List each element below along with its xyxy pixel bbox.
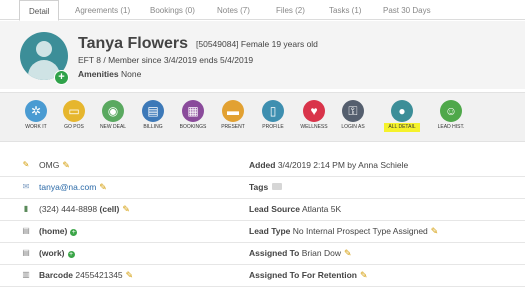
lead-source-value: Atlanta 5K [301,204,342,214]
profile-button[interactable]: ▯ PROFILE [251,96,295,138]
added-cell: Added 3/4/2019 2:14 PM by Anna Schiele [249,154,408,176]
add-work-phone-icon[interactable]: + [67,251,75,258]
tab-bookings[interactable]: Bookings (0) [150,0,195,20]
membership-info: EFT 8 / Member since 3/4/2019 ends 5/4/2… [78,55,254,65]
edit-email-icon[interactable]: ✎ [99,176,107,198]
phone-number: (324) 444-8898 [39,204,98,214]
note-cell: OMG ✎ [39,154,70,176]
tab-bar: Detail Agreements (1) Bookings (0) Notes… [0,0,525,21]
phone-type: (cell) [99,204,120,214]
avatar-head [36,41,52,57]
billing-button[interactable]: ▤ BILLING [131,96,175,138]
amenities-value: None [121,69,142,79]
tag-icon[interactable] [272,183,283,190]
work-phone-icon: ▤ [22,248,30,257]
tab-notes[interactable]: Notes (7) [217,0,250,20]
heart-icon: ♥ [303,100,325,122]
added-value: 3/4/2019 2:14 PM by Anna Schiele [277,160,409,170]
cart-icon: ▭ [63,100,85,122]
profile-icon: ▯ [262,100,284,122]
barcode-icon: ▥ [22,270,30,279]
work-phone-cell: (work) + [39,242,75,264]
tags-cell: Tags [249,176,283,198]
amenities-label: Amenities [78,69,119,79]
detail-row: ✎ OMG ✎ Added 3/4/2019 2:14 PM by Anna Sc… [0,154,525,177]
assigned-to-value: Brian Dow [301,248,341,258]
lead-source-cell: Lead Source Atlanta 5K [249,198,341,220]
assigned-to-cell: Assigned To Brian Dow ✎ [249,242,352,264]
tags-label: Tags [249,182,269,192]
bookings-button[interactable]: ▦ BOOKINGS [171,96,215,138]
phone-cell: (324) 444-8898 (cell) ✎ [39,198,130,220]
detail-row: ▮ (324) 444-8898 (cell) ✎ Lead Source Atl… [0,198,525,221]
mobile-phone-icon: ▮ [23,204,29,213]
billing-icon: ▤ [142,100,164,122]
login-as-label: LOGIN AS [341,124,365,130]
lead-source-label: Lead Source [249,204,301,214]
home-phone-label: (home) [39,226,68,236]
edit-phone-icon[interactable]: ✎ [122,198,130,220]
tab-agreements[interactable]: Agreements (1) [75,0,130,20]
detail-row: ▤ (home) + Lead Type No Internal Prospect… [0,220,525,243]
edit-assigned-retention-icon[interactable]: ✎ [360,264,368,286]
home-phone-icon: ▤ [22,226,30,235]
amenities-line: Amenities None [78,69,141,79]
login-as-icon: ⚿ [342,100,364,122]
tab-tasks[interactable]: Tasks (1) [329,0,361,20]
group-icon: ☺ [440,100,462,122]
tab-detail[interactable]: Detail [19,0,60,21]
email-icon: ✉ [22,182,30,191]
network-icon: ✲ [25,100,47,122]
go-pos-button[interactable]: ▭ GO POS [52,96,96,138]
email-link[interactable]: tanya@na.com [39,182,96,192]
tab-past-30-days[interactable]: Past 30 Days [383,0,431,20]
member-name: Tanya Flowers [78,35,188,52]
edit-lead-type-icon[interactable]: ✎ [431,220,439,242]
detail-row: ✉ tanya@na.com ✎ Tags [0,176,525,199]
presentation-icon: ▬ [222,100,244,122]
work-phone-label: (work) [39,248,65,258]
barcode-value: 2455421345 [75,270,123,280]
lead-history-label: LEAD HIST. [437,124,465,130]
email-cell: tanya@na.com ✎ [39,176,107,198]
calendar-icon: ▦ [182,100,204,122]
added-label: Added [249,160,276,170]
profile-header: + Tanya Flowers [50549084] Female 19 yea… [0,21,525,89]
add-photo-icon[interactable]: + [54,70,69,85]
barcode-label: Barcode [39,270,74,280]
new-deal-button[interactable]: ◉ NEW DEAL [91,96,135,138]
assigned-retention-label: Assigned To For Retention [249,270,357,280]
present-button[interactable]: ▬ PRESENT [211,96,255,138]
detail-row: ▥ Barcode 2455421345 ✎ Assigned To For Re… [0,264,525,287]
tab-files[interactable]: Files (2) [276,0,305,20]
detail-row: ▤ (work) + Assigned To Brian Dow ✎ [0,242,525,265]
add-home-phone-icon[interactable]: + [70,229,78,236]
edit-note-icon[interactable]: ✎ [62,154,70,176]
edit-barcode-icon[interactable]: ✎ [126,264,134,286]
person-icon: ● [391,100,413,122]
action-toolbar: ✲ WORK IT ▭ GO POS ◉ NEW DEAL ▤ BILLING … [0,92,525,142]
deal-icon: ◉ [102,100,124,122]
assigned-to-label: Assigned To [249,248,300,258]
assigned-retention-cell: Assigned To For Retention ✎ [249,264,368,286]
login-as-button[interactable]: ⚿ LOGIN AS [331,96,375,138]
wellness-button[interactable]: ♥ WELLNESS [292,96,336,138]
note-icon: ✎ [22,160,30,169]
note-text: OMG [39,160,60,170]
lead-history-button[interactable]: ☺ LEAD HIST. [429,96,473,138]
lead-type-value: No Internal Prospect Type Assigned [292,226,428,236]
lead-type-cell: Lead Type No Internal Prospect Type Assi… [249,220,438,242]
edit-assigned-to-icon[interactable]: ✎ [344,242,352,264]
home-phone-cell: (home) + [39,220,78,242]
all-detail-label: ALL DETAIL [384,123,420,132]
lead-type-label: Lead Type [249,226,291,236]
member-meta: [50549084] Female 19 years old [196,39,318,49]
all-detail-button[interactable]: ● ALL DETAIL [380,96,424,138]
barcode-cell: Barcode 2455421345 ✎ [39,264,133,286]
